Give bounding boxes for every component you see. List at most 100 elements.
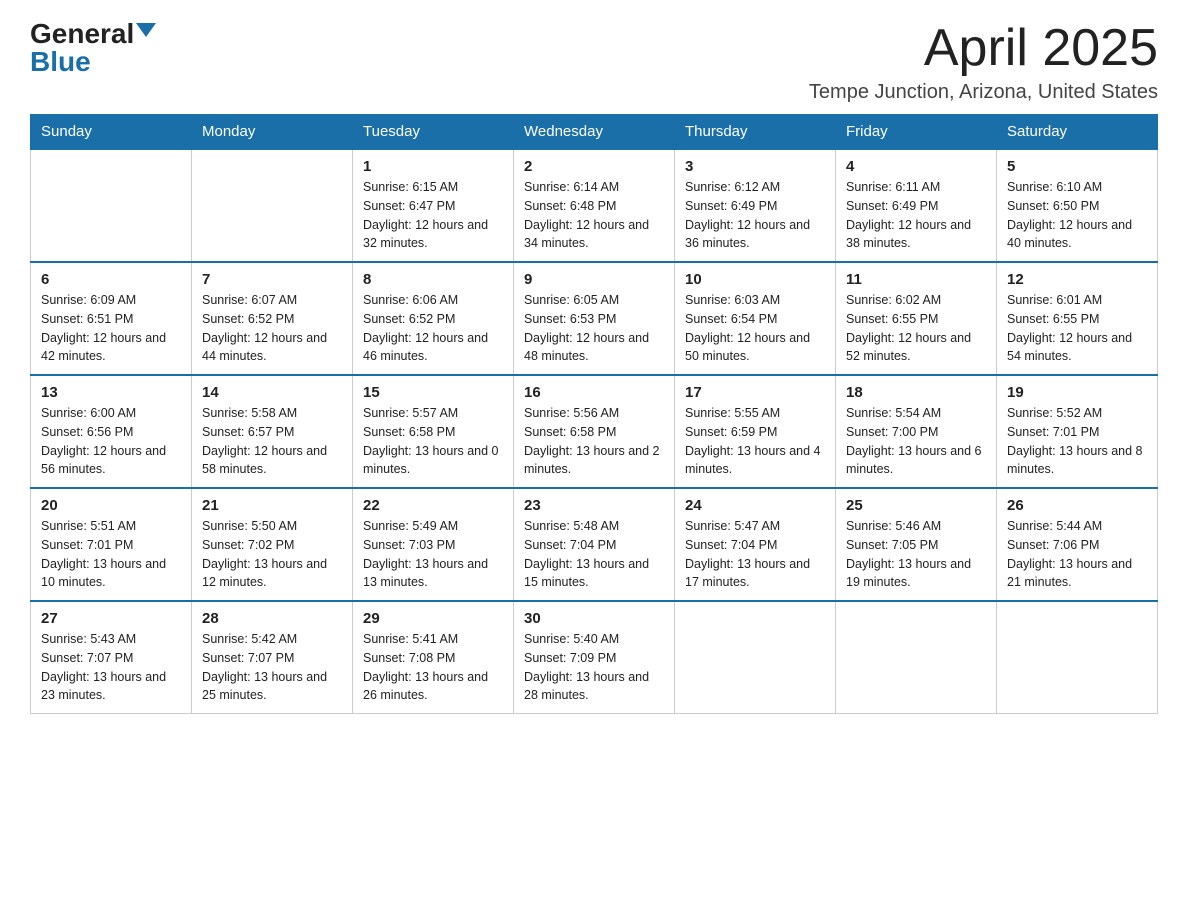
calendar-cell: 20 Sunrise: 5:51 AMSunset: 7:01 PMDayligh… xyxy=(31,488,192,601)
calendar-cell: 9 Sunrise: 6:05 AMSunset: 6:53 PMDaylight… xyxy=(514,262,675,375)
calendar-cell: 24Sunrise: 5:47 AMSunset: 7:04 PMDayligh… xyxy=(675,488,836,601)
calendar-cell: 28 Sunrise: 5:42 AMSunset: 7:07 PMDayligh… xyxy=(192,601,353,714)
day-info: Sunrise: 6:03 AMSunset: 6:54 PMDaylight:… xyxy=(685,291,825,366)
day-info: Sunrise: 5:42 AMSunset: 7:07 PMDaylight:… xyxy=(202,630,342,705)
day-number: 25 xyxy=(846,497,986,514)
calendar-cell: 12 Sunrise: 6:01 AMSunset: 6:55 PMDayligh… xyxy=(997,262,1158,375)
day-info: Sunrise: 6:02 AMSunset: 6:55 PMDaylight:… xyxy=(846,291,986,366)
calendar-row-3: 20 Sunrise: 5:51 AMSunset: 7:01 PMDayligh… xyxy=(31,488,1158,601)
day-number: 15 xyxy=(363,384,503,401)
day-number: 16 xyxy=(524,384,664,401)
calendar-cell: 10 Sunrise: 6:03 AMSunset: 6:54 PMDayligh… xyxy=(675,262,836,375)
calendar-cell: 5 Sunrise: 6:10 AMSunset: 6:50 PMDaylight… xyxy=(997,149,1158,262)
day-info: Sunrise: 5:43 AMSunset: 7:07 PMDaylight:… xyxy=(41,630,181,705)
day-number: 12 xyxy=(1007,271,1147,288)
calendar-cell xyxy=(836,601,997,714)
day-info: Sunrise: 5:49 AMSunset: 7:03 PMDaylight:… xyxy=(363,517,503,592)
logo-triangle-icon xyxy=(136,23,156,37)
day-info: Sunrise: 6:15 AMSunset: 6:47 PMDaylight:… xyxy=(363,178,503,253)
day-number: 23 xyxy=(524,497,664,514)
day-info: Sunrise: 6:07 AMSunset: 6:52 PMDaylight:… xyxy=(202,291,342,366)
calendar-row-2: 13Sunrise: 6:00 AMSunset: 6:56 PMDayligh… xyxy=(31,375,1158,488)
day-number: 6 xyxy=(41,271,181,288)
day-number: 21 xyxy=(202,497,342,514)
day-info: Sunrise: 6:14 AMSunset: 6:48 PMDaylight:… xyxy=(524,178,664,253)
day-number: 10 xyxy=(685,271,825,288)
day-number: 8 xyxy=(363,271,503,288)
day-info: Sunrise: 5:55 AMSunset: 6:59 PMDaylight:… xyxy=(685,404,825,479)
day-number: 2 xyxy=(524,158,664,175)
day-number: 14 xyxy=(202,384,342,401)
weekday-header-monday: Monday xyxy=(192,115,353,150)
day-info: Sunrise: 6:12 AMSunset: 6:49 PMDaylight:… xyxy=(685,178,825,253)
calendar-cell: 22 Sunrise: 5:49 AMSunset: 7:03 PMDayligh… xyxy=(353,488,514,601)
day-number: 7 xyxy=(202,271,342,288)
calendar-cell xyxy=(675,601,836,714)
calendar-cell xyxy=(997,601,1158,714)
calendar-cell: 1 Sunrise: 6:15 AMSunset: 6:47 PMDaylight… xyxy=(353,149,514,262)
day-number: 27 xyxy=(41,610,181,627)
day-number: 19 xyxy=(1007,384,1147,401)
day-info: Sunrise: 5:50 AMSunset: 7:02 PMDaylight:… xyxy=(202,517,342,592)
day-info: Sunrise: 5:51 AMSunset: 7:01 PMDaylight:… xyxy=(41,517,181,592)
calendar-cell: 6Sunrise: 6:09 AMSunset: 6:51 PMDaylight… xyxy=(31,262,192,375)
day-number: 1 xyxy=(363,158,503,175)
day-number: 22 xyxy=(363,497,503,514)
day-info: Sunrise: 5:57 AMSunset: 6:58 PMDaylight:… xyxy=(363,404,503,479)
day-number: 30 xyxy=(524,610,664,627)
calendar-row-1: 6Sunrise: 6:09 AMSunset: 6:51 PMDaylight… xyxy=(31,262,1158,375)
day-info: Sunrise: 5:40 AMSunset: 7:09 PMDaylight:… xyxy=(524,630,664,705)
calendar-cell: 15 Sunrise: 5:57 AMSunset: 6:58 PMDayligh… xyxy=(353,375,514,488)
logo: General Blue xyxy=(30,20,156,76)
calendar-cell: 3Sunrise: 6:12 AMSunset: 6:49 PMDaylight… xyxy=(675,149,836,262)
day-info: Sunrise: 5:44 AMSunset: 7:06 PMDaylight:… xyxy=(1007,517,1147,592)
day-number: 26 xyxy=(1007,497,1147,514)
day-info: Sunrise: 5:48 AMSunset: 7:04 PMDaylight:… xyxy=(524,517,664,592)
calendar-cell: 14 Sunrise: 5:58 AMSunset: 6:57 PMDayligh… xyxy=(192,375,353,488)
calendar-cell: 19Sunrise: 5:52 AMSunset: 7:01 PMDayligh… xyxy=(997,375,1158,488)
day-number: 11 xyxy=(846,271,986,288)
calendar-cell xyxy=(31,149,192,262)
day-info: Sunrise: 5:58 AMSunset: 6:57 PMDaylight:… xyxy=(202,404,342,479)
day-info: Sunrise: 6:00 AMSunset: 6:56 PMDaylight:… xyxy=(41,404,181,479)
location: Tempe Junction, Arizona, United States xyxy=(809,81,1158,104)
calendar-row-0: 1 Sunrise: 6:15 AMSunset: 6:47 PMDaylight… xyxy=(31,149,1158,262)
calendar-cell: 17 Sunrise: 5:55 AMSunset: 6:59 PMDayligh… xyxy=(675,375,836,488)
logo-blue: Blue xyxy=(30,48,91,76)
weekday-header-tuesday: Tuesday xyxy=(353,115,514,150)
calendar-cell: 4 Sunrise: 6:11 AMSunset: 6:49 PMDaylight… xyxy=(836,149,997,262)
header-right: April 2025 Tempe Junction, Arizona, Unit… xyxy=(809,20,1158,104)
logo-general: General xyxy=(30,20,134,48)
day-info: Sunrise: 5:41 AMSunset: 7:08 PMDaylight:… xyxy=(363,630,503,705)
day-info: Sunrise: 6:06 AMSunset: 6:52 PMDaylight:… xyxy=(363,291,503,366)
calendar-cell: 29 Sunrise: 5:41 AMSunset: 7:08 PMDayligh… xyxy=(353,601,514,714)
day-info: Sunrise: 6:11 AMSunset: 6:49 PMDaylight:… xyxy=(846,178,986,253)
calendar-row-4: 27 Sunrise: 5:43 AMSunset: 7:07 PMDayligh… xyxy=(31,601,1158,714)
day-info: Sunrise: 6:05 AMSunset: 6:53 PMDaylight:… xyxy=(524,291,664,366)
day-info: Sunrise: 5:54 AMSunset: 7:00 PMDaylight:… xyxy=(846,404,986,479)
calendar-cell: 16Sunrise: 5:56 AMSunset: 6:58 PMDayligh… xyxy=(514,375,675,488)
calendar-cell: 30 Sunrise: 5:40 AMSunset: 7:09 PMDayligh… xyxy=(514,601,675,714)
weekday-header-saturday: Saturday xyxy=(997,115,1158,150)
day-number: 18 xyxy=(846,384,986,401)
day-number: 20 xyxy=(41,497,181,514)
day-number: 9 xyxy=(524,271,664,288)
calendar-cell: 13Sunrise: 6:00 AMSunset: 6:56 PMDayligh… xyxy=(31,375,192,488)
calendar-cell: 8 Sunrise: 6:06 AMSunset: 6:52 PMDaylight… xyxy=(353,262,514,375)
month-title: April 2025 xyxy=(809,20,1158,77)
calendar-cell: 2 Sunrise: 6:14 AMSunset: 6:48 PMDaylight… xyxy=(514,149,675,262)
calendar-cell: 18 Sunrise: 5:54 AMSunset: 7:00 PMDayligh… xyxy=(836,375,997,488)
weekday-header-sunday: Sunday xyxy=(31,115,192,150)
day-info: Sunrise: 6:10 AMSunset: 6:50 PMDaylight:… xyxy=(1007,178,1147,253)
day-number: 29 xyxy=(363,610,503,627)
page-header: General Blue April 2025 Tempe Junction, … xyxy=(30,20,1158,104)
day-number: 28 xyxy=(202,610,342,627)
day-info: Sunrise: 6:01 AMSunset: 6:55 PMDaylight:… xyxy=(1007,291,1147,366)
calendar-table: SundayMondayTuesdayWednesdayThursdayFrid… xyxy=(30,114,1158,714)
day-number: 5 xyxy=(1007,158,1147,175)
calendar-cell: 11 Sunrise: 6:02 AMSunset: 6:55 PMDayligh… xyxy=(836,262,997,375)
day-info: Sunrise: 5:46 AMSunset: 7:05 PMDaylight:… xyxy=(846,517,986,592)
day-number: 17 xyxy=(685,384,825,401)
weekday-header-wednesday: Wednesday xyxy=(514,115,675,150)
day-number: 4 xyxy=(846,158,986,175)
